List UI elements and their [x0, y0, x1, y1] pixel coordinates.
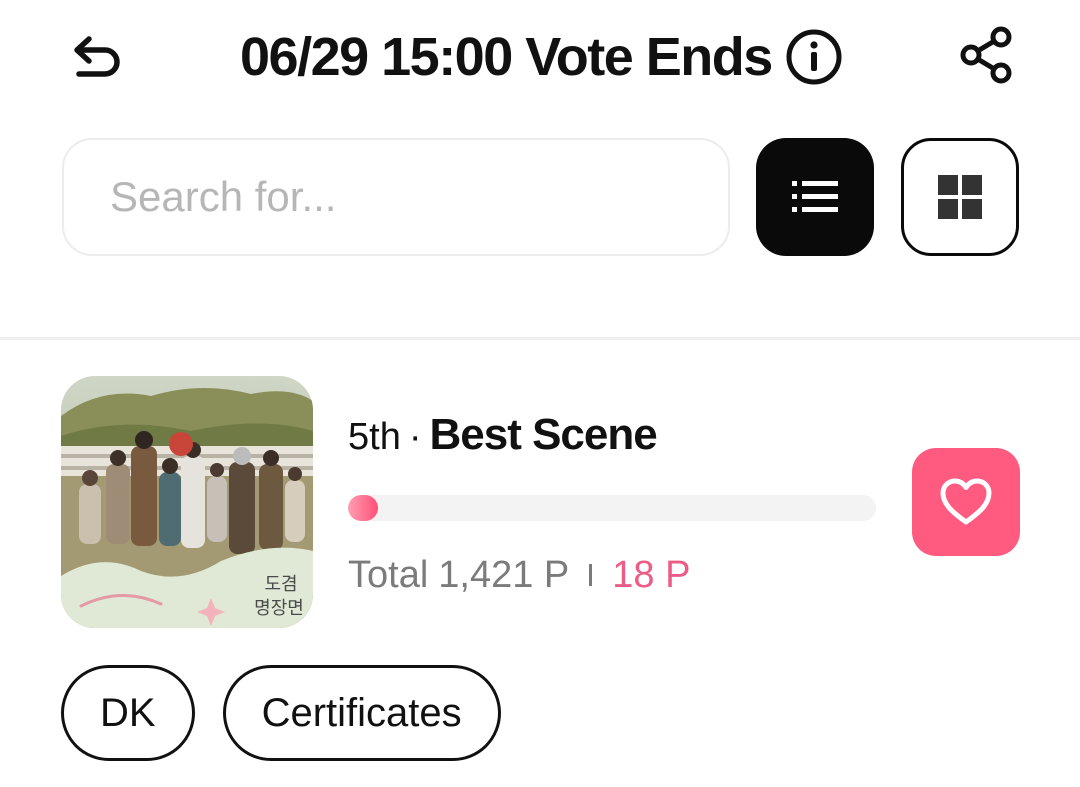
header: 06/29 15:00 Vote Ends — [0, 0, 1080, 115]
back-arrow-icon — [74, 36, 120, 77]
vote-progress-fill — [348, 495, 378, 521]
info-icon — [786, 29, 842, 85]
tag-certificates[interactable]: Certificates — [222, 665, 501, 761]
section-divider — [0, 337, 1080, 340]
share-button[interactable] — [950, 20, 1020, 90]
scene-photo: 도겸 명장면 — [61, 376, 313, 628]
stats-divider — [589, 564, 593, 586]
list-icon — [792, 181, 838, 212]
thumbnail-title-line-1: 도겸 — [264, 574, 297, 595]
rank-text: 5th — [348, 416, 401, 458]
tag-list: DK Certificates — [61, 665, 501, 761]
thumbnail-title-line-2: 명장면 — [254, 598, 304, 619]
total-points: 1,421 P — [438, 553, 570, 596]
grid-view-button[interactable] — [901, 138, 1019, 256]
vote-heart-button[interactable] — [912, 448, 1020, 556]
title-bar: 06/29 15:00 Vote Ends — [240, 22, 844, 92]
heart-icon — [940, 478, 992, 525]
rank-separator: · — [408, 416, 422, 458]
grid-icon — [938, 175, 982, 219]
search-input[interactable] — [110, 140, 690, 254]
total-label: Total — [348, 553, 429, 596]
my-points: 18 P — [612, 553, 691, 596]
vote-progress-bar — [348, 495, 876, 521]
list-view-button[interactable] — [756, 138, 874, 256]
rank-line: 5th · Best Scene — [348, 410, 658, 466]
candidate-thumbnail[interactable]: 도겸 명장면 — [61, 376, 313, 628]
search-box — [62, 138, 730, 256]
back-button[interactable] — [62, 22, 132, 92]
share-icon — [960, 26, 1012, 84]
category-title: Best Scene — [429, 410, 657, 459]
info-button[interactable] — [784, 27, 844, 87]
points-stats: Total 1,421 P 18 P — [348, 550, 690, 600]
tag-dk[interactable]: DK — [61, 665, 195, 761]
page-title: 06/29 15:00 Vote Ends — [240, 27, 773, 87]
